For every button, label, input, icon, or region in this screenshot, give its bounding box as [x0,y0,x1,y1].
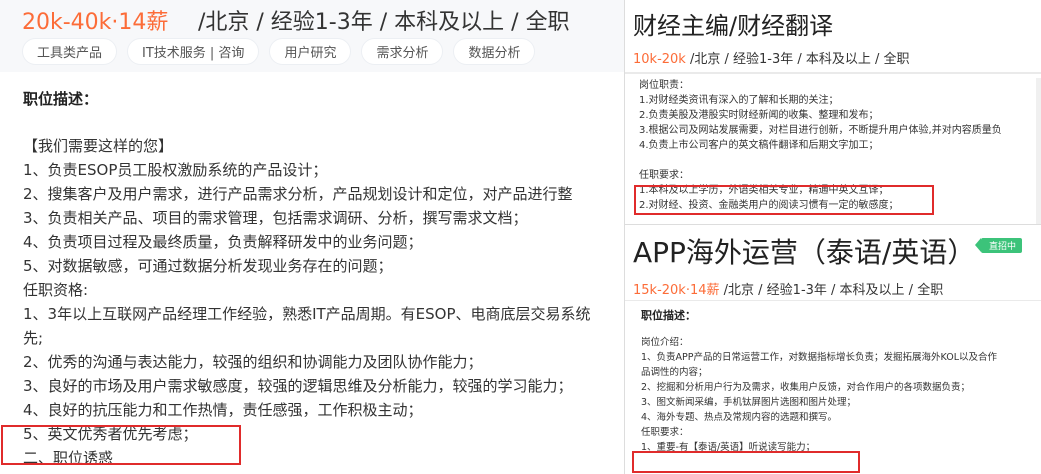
description-line: 4、海外专题、热点及常规内容的选题和撰写。 [641,412,838,423]
description-line: 任职要求： [639,170,689,181]
description-line: 岗位职责： [639,80,689,91]
live-badge: 直招中 [974,238,1023,253]
job-meta: /北京 / 经验1-3年 / 本科及以上 / 全职 [198,10,570,35]
job-meta: /北京 / 经验1-3年 / 本科及以上 / 全职 [685,52,910,67]
job-meta-row: 10k-20k /北京 / 经验1-3年 / 本科及以上 / 全职 [633,48,910,67]
job-title: APP海外运营（泰语/英语） [633,236,976,269]
description-line: 2.负责美股及港股实时财经新闻的收集、整理和发布； [639,110,879,121]
description-line: 1、负责ESOP员工股权激励系统的产品设计； [23,161,328,179]
highlight-box [1,425,241,465]
job-meta: /北京 / 经验1-3年 / 本科及以上 / 全职 [719,283,944,298]
job-salary: 15k-20k·14薪 [633,283,720,298]
description-line: 4.负责上市公司客户的英文稿件翻译和后期文字加工； [639,140,879,151]
highlight-box [632,451,860,473]
job-description-body: 岗位介绍： 1、负责APP产品的日常运营工作，对数据指标增长负责；发掘拓展海外K… [625,335,1041,455]
job-tag[interactable]: 数据分析 [453,38,536,65]
highlight-box [634,185,934,215]
left-job-panel: 20k-40k·14薪 /北京 / 经验1-3年 / 本科及以上 / 全职 工具… [0,0,625,473]
left-job-header: 20k-40k·14薪 /北京 / 经验1-3年 / 本科及以上 / 全职 工具… [0,0,625,72]
job-description-title: 职位描述： [23,90,99,108]
right-top-job-panel: 财经主编/财经翻译 10k-20k /北京 / 经验1-3年 / 本科及以上 /… [624,0,1041,232]
job-title: 财经主编/财经翻译 [633,12,834,40]
description-line: 1、负责APP产品的日常运营工作，对数据指标增长负责；发掘拓展海外KOL以及合作 [641,352,997,363]
description-line: 1、3年以上互联网产品经理工作经验，熟悉IT产品周期。有ESOP、电商底层交易系… [23,305,591,323]
divider [625,300,1041,301]
description-line: 任职要求： [641,427,689,438]
description-line [625,153,1041,168]
description-line: 3、负责相关产品、项目的需求管理，包括需求调研、分析，撰写需求文档； [23,209,528,227]
description-line: 2、挖掘和分析用户行为及需求，收集用户反馈，对合作用户的各项数据负责； [641,382,971,393]
description-line: 2、优秀的沟通与表达能力，较强的组织和协调能力及团队协作能力； [23,353,483,371]
job-description-title: 职位描述： [641,309,696,322]
description-line: 3、良好的市场及用户需求敏感度，较强的逻辑思维及分析能力，较强的学习能力； [23,377,573,395]
description-line: 岗位介绍： [641,337,689,348]
description-line: 4、良好的抗压能力和工作热情，责任感强，工作积极主动； [23,401,423,419]
job-tag[interactable]: 工具类产品 [22,38,118,65]
description-line: 3、图文新闻采编，手机钛屏图片选图和图片处理； [641,397,857,408]
job-salary: 20k-40k·14薪 [22,10,169,35]
divider [625,72,1041,74]
description-line: 【我们需要这样的您】 [23,137,174,155]
description-line: 2、搜集客户及用户需求，进行产品需求分析，产品规划设计和定位，对产品进行整 [23,185,573,203]
description-line: 1.对财经类资讯有深入的了解和长期的关注； [639,95,839,106]
description-line: 3.根据公司及网站发展需要，对栏目进行创新，不断提升用户体验,并对内容质量负 [639,125,1002,136]
description-line: 先; [23,329,44,347]
description-line: 品调性的内容； [641,367,708,378]
description-line: 5、对数据敏感，可通过数据分析发现业务存在的问题； [23,257,393,275]
job-salary: 10k-20k [633,52,686,67]
job-description-body: 【我们需要这样的您】 1、负责ESOP员工股权激励系统的产品设计； 2、搜集客户… [23,134,625,470]
description-line: 任职资格: [23,281,89,299]
description-line: 4、负责项目过程及最终质量，负责解释研发中的业务问题； [23,233,423,251]
job-tag[interactable]: IT技术服务 | 咨询 [127,38,260,65]
scrollbar[interactable] [1036,78,1041,232]
job-tag[interactable]: 需求分析 [361,38,444,65]
job-meta-row: 15k-20k·14薪 /北京 / 经验1-3年 / 本科及以上 / 全职 [633,279,943,298]
right-bottom-job-panel: APP海外运营（泰语/英语） 直招中 15k-20k·14薪 /北京 / 经验1… [624,224,1041,474]
job-tag[interactable]: 用户研究 [269,38,352,65]
job-tag-list: 工具类产品 IT技术服务 | 咨询 用户研究 需求分析 数据分析 [22,38,536,65]
